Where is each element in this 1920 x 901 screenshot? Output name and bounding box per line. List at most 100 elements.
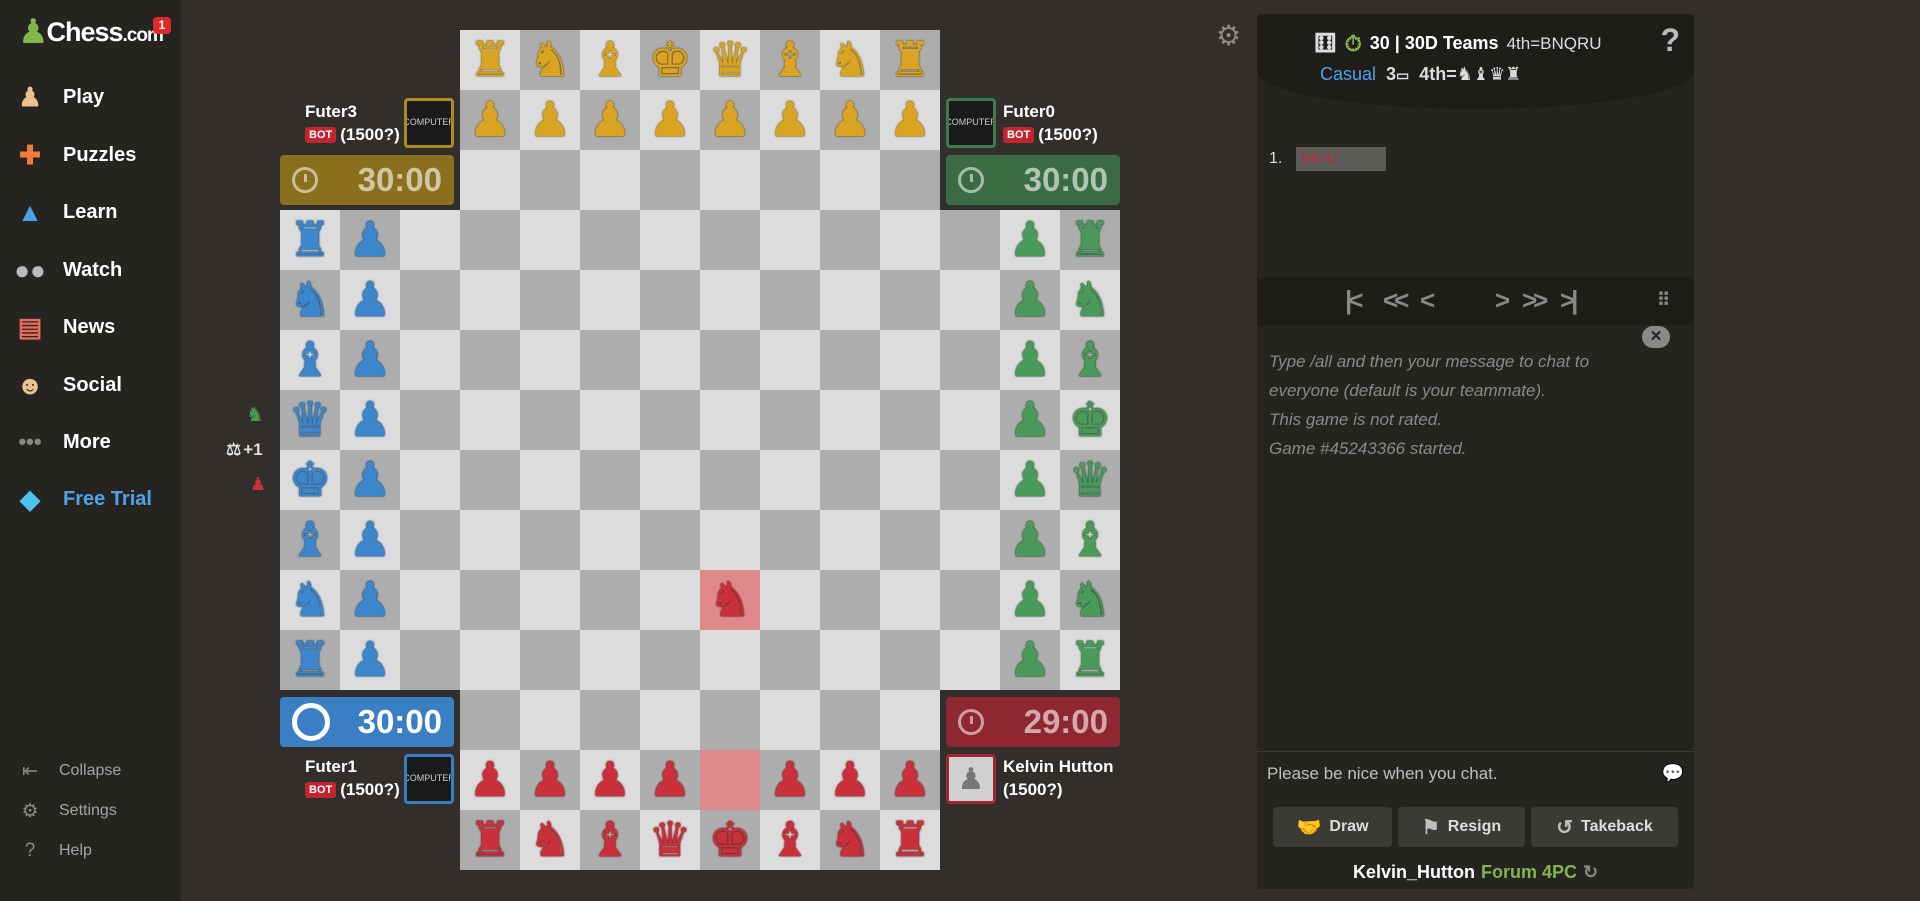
blue-bishop-piece[interactable]: ♝	[280, 510, 340, 570]
board-square[interactable]	[520, 510, 580, 570]
help-question-icon[interactable]: ?	[1660, 22, 1680, 59]
board-square[interactable]	[820, 330, 880, 390]
board-square[interactable]	[520, 690, 580, 750]
board-square[interactable]	[520, 270, 580, 330]
board-square[interactable]	[880, 210, 940, 270]
board-square[interactable]	[640, 330, 700, 390]
board-square[interactable]	[820, 150, 880, 210]
nav-learn[interactable]: ▲ Learn	[12, 190, 117, 234]
board-square[interactable]	[400, 570, 460, 630]
board-square[interactable]	[700, 510, 760, 570]
green-bishop-piece[interactable]: ♝	[1060, 510, 1120, 570]
board-square[interactable]	[700, 690, 760, 750]
nav-play[interactable]: ♟ Play	[12, 75, 104, 119]
red-rook-piece[interactable]: ♜	[460, 810, 520, 870]
footer-username[interactable]: Kelvin_Hutton	[1353, 862, 1475, 883]
green-rook-piece[interactable]: ♜	[1060, 630, 1120, 690]
board-settings-gear-icon[interactable]: ⚙	[1216, 19, 1241, 52]
last-move-icon[interactable]: >|	[1560, 285, 1579, 316]
green-pawn-piece[interactable]: ♟	[1000, 630, 1060, 690]
yellow-pawn-piece[interactable]: ♟	[880, 90, 940, 150]
first-move-icon[interactable]: |<	[1345, 285, 1364, 316]
board-square[interactable]	[460, 510, 520, 570]
nav-watch[interactable]: ●● Watch	[12, 248, 122, 292]
board-square[interactable]	[760, 150, 820, 210]
board-square[interactable]	[640, 570, 700, 630]
board-square[interactable]	[700, 270, 760, 330]
board-square[interactable]	[580, 270, 640, 330]
red-rook-piece[interactable]: ♜	[880, 810, 940, 870]
green-king-piece[interactable]: ♚	[1060, 390, 1120, 450]
board-square[interactable]	[700, 750, 760, 810]
board-square[interactable]	[880, 150, 940, 210]
blue-king-piece[interactable]: ♚	[280, 450, 340, 510]
board-square[interactable]	[700, 630, 760, 690]
yellow-queen-piece[interactable]: ♛	[700, 30, 760, 90]
red-pawn-piece[interactable]: ♟	[820, 750, 880, 810]
board-square[interactable]	[460, 390, 520, 450]
yellow-rook-piece[interactable]: ♜	[880, 30, 940, 90]
board-square[interactable]	[400, 630, 460, 690]
board-square[interactable]	[460, 330, 520, 390]
green-bishop-piece[interactable]: ♝	[1060, 330, 1120, 390]
board-square[interactable]	[940, 630, 1000, 690]
green-pawn-piece[interactable]: ♟	[1000, 330, 1060, 390]
board-square[interactable]	[460, 690, 520, 750]
four-player-board[interactable]: ♜ ♞ ♝ ♚ ♛ ♝ ♞ ♜ ♟ ♟ ♟ ♟ ♟ ♟ ♟ ♟ ♜ ♞ ♝ ♛ ♚ ♝ ♞ ♜ ♟ ♟ ♟ ♟ ♟ ♟ ♟ ♟ ♜ ♞ ♝ ♚ ♛ ♝ ♞ ♜…	[280, 30, 1120, 872]
yellow-bishop-piece[interactable]: ♝	[580, 30, 640, 90]
notification-badge[interactable]: 1	[153, 17, 171, 34]
board-square[interactable]	[880, 690, 940, 750]
board-square[interactable]	[940, 510, 1000, 570]
collapse-button[interactable]: ⇤ Collapse	[18, 756, 121, 786]
blue-rook-piece[interactable]: ♜	[280, 630, 340, 690]
board-square[interactable]	[460, 270, 520, 330]
refresh-icon[interactable]: ↻	[1583, 862, 1598, 883]
green-queen-piece[interactable]: ♛	[1060, 450, 1120, 510]
nav-free-trial[interactable]: ◆ Free Trial	[12, 477, 152, 521]
blue-pawn-piece[interactable]: ♟	[340, 390, 400, 450]
game-type[interactable]: Casual	[1320, 64, 1376, 85]
green-pawn-piece[interactable]: ♟	[1000, 210, 1060, 270]
board-square[interactable]	[580, 210, 640, 270]
green-pawn-piece[interactable]: ♟	[1000, 510, 1060, 570]
board-square[interactable]	[760, 570, 820, 630]
board-square[interactable]	[820, 210, 880, 270]
settings-button[interactable]: ⚙ Settings	[18, 796, 116, 826]
yellow-bishop-piece[interactable]: ♝	[760, 30, 820, 90]
red-knight-piece[interactable]: ♞	[700, 570, 760, 630]
board-square[interactable]	[700, 210, 760, 270]
board-square[interactable]	[520, 450, 580, 510]
board-square[interactable]	[700, 330, 760, 390]
blue-pawn-piece[interactable]: ♟	[340, 570, 400, 630]
red-pawn-piece[interactable]: ♟	[880, 750, 940, 810]
board-square[interactable]	[520, 330, 580, 390]
avatar-green[interactable]: COMPUTER	[946, 98, 996, 148]
green-pawn-piece[interactable]: ♟	[1000, 270, 1060, 330]
board-square[interactable]	[580, 450, 640, 510]
red-queen-piece[interactable]: ♛	[640, 810, 700, 870]
board-square[interactable]	[580, 570, 640, 630]
yellow-pawn-piece[interactable]: ♟	[820, 90, 880, 150]
board-square[interactable]	[820, 570, 880, 630]
board-square[interactable]	[760, 210, 820, 270]
red-pawn-piece[interactable]: ♟	[580, 750, 640, 810]
board-square[interactable]	[700, 390, 760, 450]
blue-pawn-piece[interactable]: ♟	[340, 330, 400, 390]
red-king-piece[interactable]: ♚	[700, 810, 760, 870]
board-square[interactable]	[640, 510, 700, 570]
yellow-knight-piece[interactable]: ♞	[520, 30, 580, 90]
board-square[interactable]	[880, 510, 940, 570]
board-square[interactable]	[640, 450, 700, 510]
back-fast-icon[interactable]: <<	[1383, 285, 1409, 316]
blue-bishop-piece[interactable]: ♝	[280, 330, 340, 390]
board-square[interactable]	[820, 630, 880, 690]
chat-clear-icon[interactable]: ✕	[1642, 326, 1670, 348]
board-square[interactable]	[640, 630, 700, 690]
board-square[interactable]	[640, 150, 700, 210]
board-square[interactable]	[460, 210, 520, 270]
board-square[interactable]	[940, 270, 1000, 330]
board-square[interactable]	[760, 450, 820, 510]
board-square[interactable]	[400, 270, 460, 330]
board-square[interactable]	[580, 510, 640, 570]
draw-button[interactable]: 🤝 Draw	[1273, 807, 1392, 847]
